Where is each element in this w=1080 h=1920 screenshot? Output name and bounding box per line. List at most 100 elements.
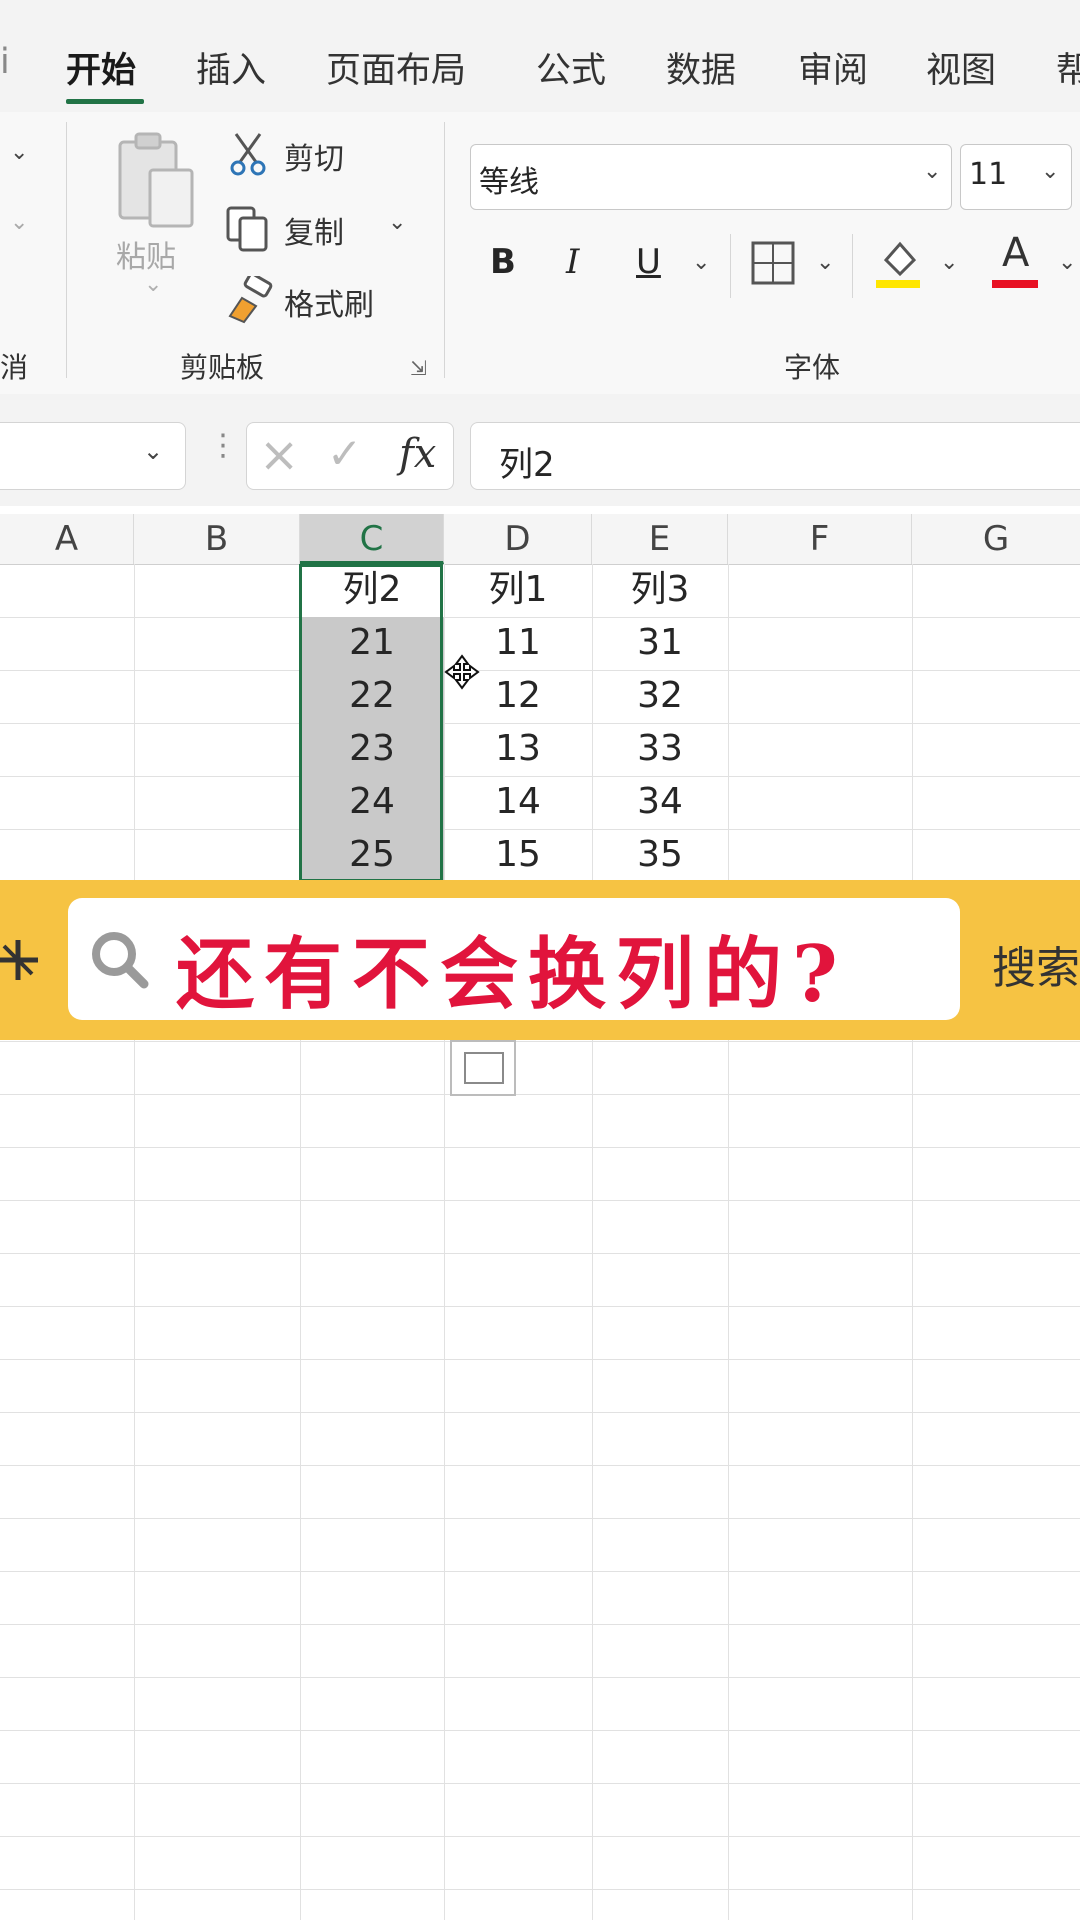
font-color-letter: A — [1002, 230, 1030, 276]
tab-view[interactable]: 视图 — [926, 42, 996, 93]
copy-label: 复制 — [284, 216, 344, 251]
tab-insert[interactable]: 插入 — [196, 42, 266, 93]
chevron-down-icon: ⌄ — [923, 159, 942, 184]
paste-options-icon[interactable] — [450, 1040, 516, 1096]
grid-line — [0, 1783, 1080, 1784]
grid-line — [0, 1836, 1080, 1837]
formula-bar-area: ⌄ ⋮ × ✓ fx 列2 — [0, 394, 1080, 506]
cut-button[interactable]: 剪切 — [228, 132, 378, 177]
cell-e3[interactable]: 32 — [592, 670, 728, 722]
cell-e6[interactable]: 35 — [592, 829, 728, 881]
grid-line — [0, 1677, 1080, 1678]
insert-function-icon[interactable]: fx — [399, 431, 436, 477]
sparkle-icon — [0, 940, 38, 980]
tab-help-partial[interactable]: 帮 — [1056, 42, 1080, 93]
grid-line — [0, 1306, 1080, 1307]
paste-button[interactable] — [114, 130, 198, 242]
format-painter-button[interactable]: 格式刷 — [226, 276, 396, 324]
cell-d5[interactable]: 14 — [444, 776, 592, 828]
cell-d6[interactable]: 15 — [444, 829, 592, 881]
tab-previous-partial[interactable]: ⅰ — [0, 42, 10, 82]
bold-button[interactable]: B — [490, 242, 516, 282]
column-header-row: A B C D E F G — [0, 514, 1080, 565]
formula-input[interactable]: 列2 — [470, 422, 1080, 490]
copy-button[interactable]: 复制 ⌄ — [224, 204, 414, 252]
cancel-icon[interactable]: × — [259, 427, 299, 483]
grid-line — [0, 1253, 1080, 1254]
grid-line — [0, 1465, 1080, 1466]
enter-icon[interactable]: ✓ — [327, 429, 362, 478]
tab-home[interactable]: 开始 — [66, 42, 136, 93]
cell-e5[interactable]: 34 — [592, 776, 728, 828]
move-cursor-icon — [444, 654, 480, 690]
ribbon-separator — [730, 234, 731, 298]
grid-line — [0, 1518, 1080, 1519]
undo-group-label: 消 — [0, 351, 29, 384]
borders-dropdown-icon[interactable]: ⌄ — [816, 250, 834, 275]
ribbon-separator — [852, 234, 853, 298]
grid-line — [134, 564, 135, 1920]
font-color-dropdown-icon[interactable]: ⌄ — [1058, 250, 1076, 275]
tab-page-layout[interactable]: 页面布局 — [326, 42, 466, 93]
grid-line — [0, 1041, 1080, 1042]
cell-c1[interactable]: 列2 — [300, 564, 444, 616]
column-header-f[interactable]: F — [728, 514, 912, 564]
italic-button[interactable]: I — [566, 242, 579, 282]
format-painter-label: 格式刷 — [284, 288, 374, 323]
column-header-e[interactable]: E — [592, 514, 728, 564]
cell-c5[interactable]: 24 — [300, 776, 444, 828]
undo-dropdown-icon[interactable]: ⌄ — [10, 140, 28, 165]
cell-d1[interactable]: 列1 — [444, 564, 592, 616]
ribbon-tab-bar: ⅰ 开始 插入 页面布局 公式 数据 审阅 视图 帮 — [0, 0, 1080, 112]
paste-options-glyph — [464, 1052, 504, 1084]
chevron-down-icon: ⌄ — [1041, 159, 1060, 184]
font-color-button[interactable]: A — [992, 230, 1042, 290]
worksheet-grid[interactable]: 列2 21 22 23 24 25 列1 11 12 13 14 15 列3 3… — [0, 564, 1080, 1920]
copy-dropdown-icon[interactable]: ⌄ — [388, 210, 406, 235]
underline-dropdown-icon[interactable]: ⌄ — [692, 250, 710, 275]
grid-line — [0, 1359, 1080, 1360]
column-header-g[interactable]: G — [912, 514, 1080, 564]
grid-line — [0, 1730, 1080, 1731]
ribbon-separator — [444, 122, 445, 378]
font-size-dropdown[interactable]: 11 ⌄ — [960, 144, 1072, 210]
font-color-swatch — [992, 280, 1038, 288]
cell-e2[interactable]: 31 — [592, 617, 728, 669]
borders-icon[interactable] — [750, 240, 796, 286]
copy-icon — [226, 206, 268, 252]
cell-d4[interactable]: 13 — [444, 723, 592, 775]
font-size-value: 11 — [969, 157, 1008, 192]
grid-line — [0, 1094, 1080, 1095]
scissors-icon — [230, 133, 266, 176]
search-icon — [92, 932, 149, 989]
dialog-launcher-icon[interactable]: ⇲ — [410, 356, 427, 380]
column-header-b[interactable]: B — [134, 514, 300, 564]
grid-line — [0, 1624, 1080, 1625]
font-group-label: 字体 — [784, 351, 841, 384]
cell-c6[interactable]: 25 — [300, 829, 444, 881]
column-header-c[interactable]: C — [300, 514, 444, 564]
font-name-dropdown[interactable]: 等线 ⌄ — [470, 144, 952, 210]
fill-color-dropdown-icon[interactable]: ⌄ — [940, 250, 958, 275]
name-box[interactable]: ⌄ — [0, 422, 186, 490]
cell-e1[interactable]: 列3 — [592, 564, 728, 616]
ribbon-separator — [66, 122, 67, 378]
tab-data[interactable]: 数据 — [666, 42, 736, 93]
grid-line — [0, 1571, 1080, 1572]
fill-color-icon[interactable] — [874, 234, 922, 290]
redo-dropdown-icon[interactable]: ⌄ — [10, 210, 28, 235]
cell-c3[interactable]: 22 — [300, 670, 444, 722]
tab-review[interactable]: 审阅 — [798, 42, 868, 93]
cell-c2[interactable]: 21 — [300, 617, 444, 669]
banner-search-box[interactable]: 还有不会换列的? — [68, 898, 960, 1020]
underline-button[interactable]: U — [636, 242, 661, 282]
banner-search-label[interactable]: 搜索 — [992, 932, 1080, 996]
cell-c4[interactable]: 23 — [300, 723, 444, 775]
cell-e4[interactable]: 33 — [592, 723, 728, 775]
more-options-icon[interactable]: ⋮ — [208, 428, 238, 463]
tab-formulas[interactable]: 公式 — [536, 42, 606, 93]
paste-dropdown-icon[interactable]: ⌄ — [144, 272, 162, 297]
column-header-a[interactable]: A — [0, 514, 134, 564]
column-header-d[interactable]: D — [444, 514, 592, 564]
formula-controls: × ✓ fx — [246, 422, 454, 490]
